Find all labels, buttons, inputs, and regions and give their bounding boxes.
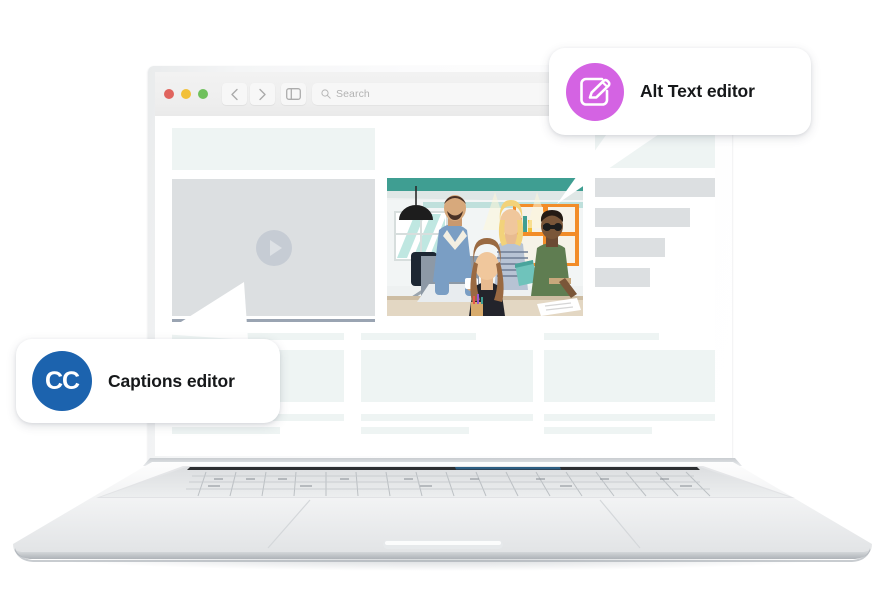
minimize-window-button[interactable] (181, 89, 191, 99)
card-line-1 (361, 414, 533, 421)
captions-badge-text: CC (44, 366, 80, 395)
alt-text-callout-label: Alt Text editor (640, 81, 755, 101)
right-column-line-4 (595, 268, 650, 287)
chevron-right-icon (257, 88, 268, 101)
play-icon[interactable] (255, 229, 292, 266)
captions-callout-label: Captions editor (108, 370, 235, 391)
close-window-button[interactable] (164, 89, 174, 99)
chevron-left-icon (229, 88, 240, 101)
sidebar-toggle-icon (286, 88, 301, 100)
zoom-window-button[interactable] (198, 89, 208, 99)
laptop-base (0, 452, 885, 572)
closed-captions-icon: CC (32, 351, 92, 411)
card-line-2 (172, 427, 281, 434)
card-line-2 (544, 427, 653, 434)
sidebar-toggle-button[interactable] (281, 83, 306, 105)
right-column-line-3 (595, 238, 665, 257)
scene-root: Search Alt Text editor CC Captions edito… (0, 0, 885, 592)
forward-button[interactable] (250, 83, 275, 105)
card-line-2 (361, 427, 470, 434)
card-heading-placeholder (361, 333, 477, 340)
alt-text-callout[interactable]: Alt Text editor (549, 48, 811, 135)
search-icon (321, 89, 331, 99)
hero-title-placeholder (172, 128, 375, 170)
card-line-1 (544, 414, 715, 421)
right-column-line-2 (595, 208, 690, 227)
search-input-placeholder[interactable]: Search (336, 88, 370, 100)
back-button[interactable] (222, 83, 247, 105)
card-heading-placeholder (544, 333, 660, 340)
window-controls (164, 89, 208, 99)
alt-text-callout-tail (555, 128, 675, 206)
card-body-placeholder (361, 350, 533, 402)
card-body-placeholder (544, 350, 715, 402)
image-edit-pencil-icon (566, 62, 624, 121)
captions-callout[interactable]: CC Captions editor (16, 339, 280, 423)
office-team-photo (387, 178, 583, 316)
